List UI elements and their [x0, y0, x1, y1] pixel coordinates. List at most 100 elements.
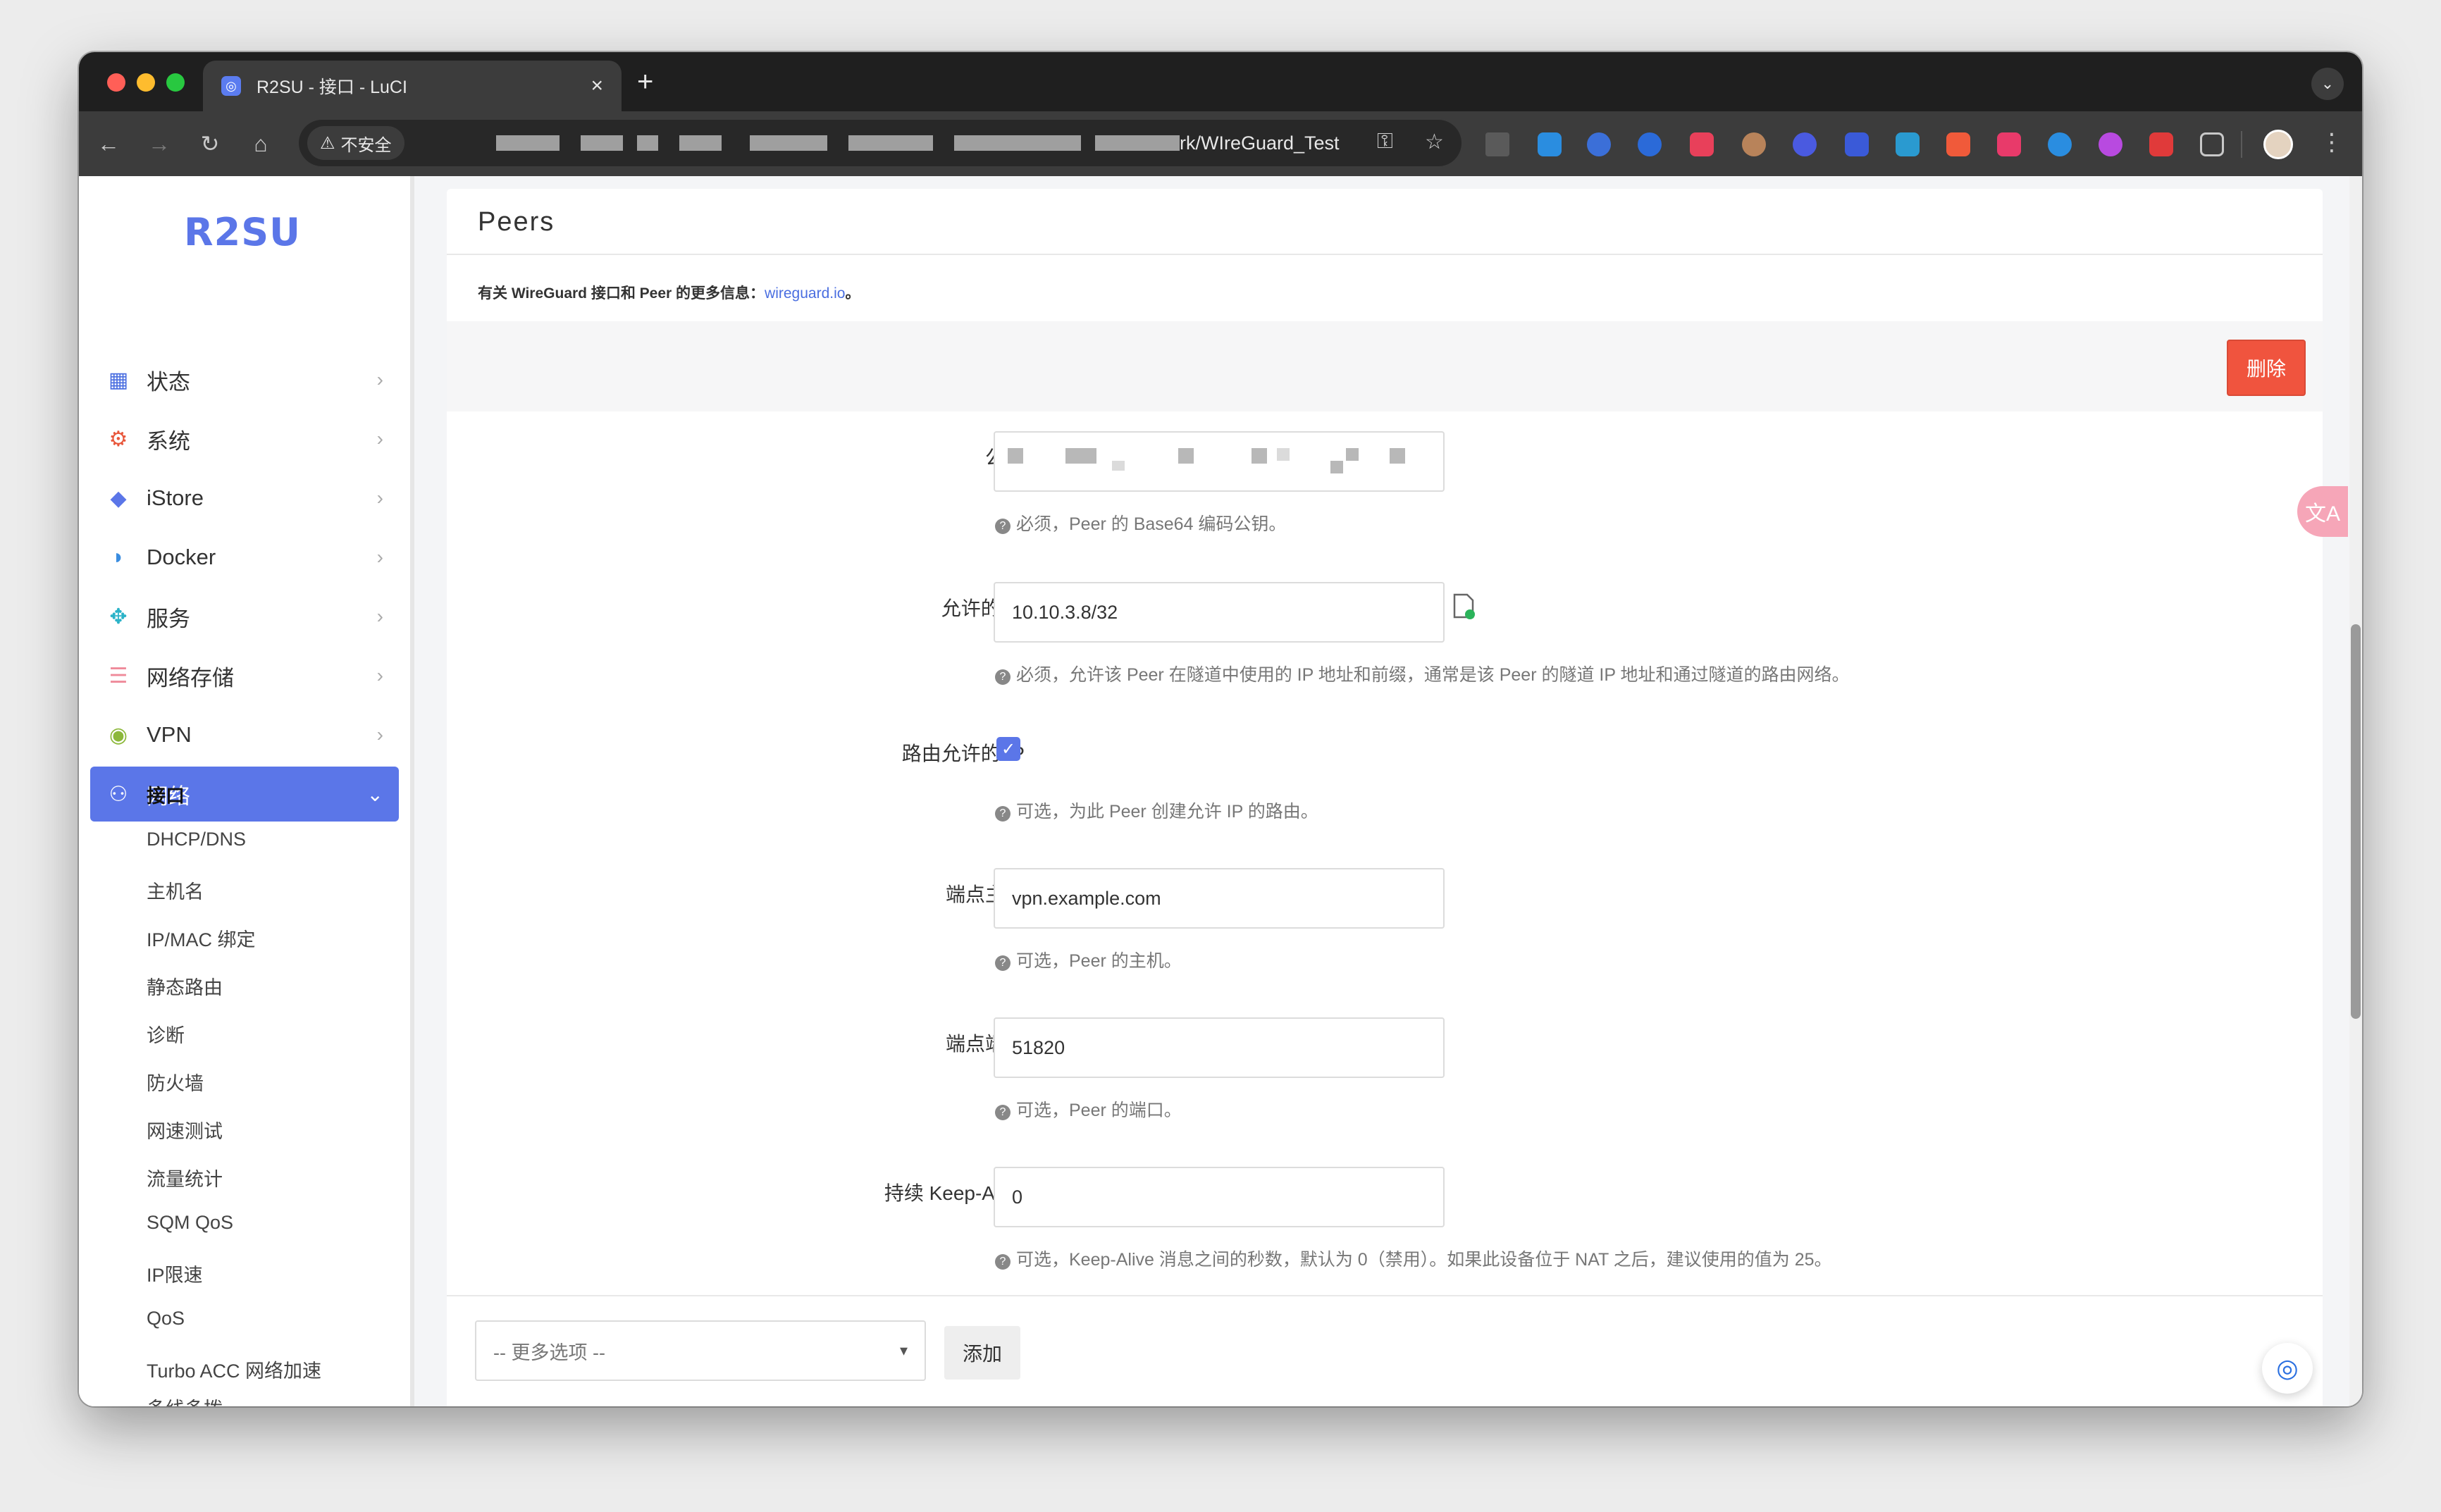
public-key-input[interactable] — [994, 431, 1445, 492]
address-bar[interactable]: ⚠ 不安全 rk/WIreGuard_Test ⚿ ☆ — [299, 120, 1461, 166]
puzzle-extensions-icon[interactable] — [2200, 132, 2224, 156]
url-redacted — [1095, 135, 1180, 151]
profile-avatar[interactable] — [2263, 130, 2293, 159]
question-icon: ? — [995, 1254, 1011, 1270]
sidebar-item-docker[interactable]: ◗ Docker › — [90, 530, 399, 585]
add-button[interactable]: 添加 — [944, 1326, 1020, 1380]
active-submenu-indicator — [147, 810, 395, 813]
toolbar-divider — [2241, 131, 2242, 158]
sidebar-item-vpn[interactable]: ◉ VPN › — [90, 707, 399, 762]
url-redacted — [496, 135, 560, 151]
endpoint-port-input[interactable]: 51820 — [994, 1017, 1445, 1078]
browser-window: ◎ R2SU - 接口 - LuCI × + ⌄ ← → ↻ ⌂ ⚠ 不安全 r… — [79, 52, 2362, 1406]
submenu-traffic-stats[interactable]: 流量统计 — [147, 1164, 223, 1191]
sidebar-item-status[interactable]: ▦ 状态 › — [90, 352, 399, 407]
add-file-icon[interactable] — [1452, 593, 1476, 620]
sidebar-item-system[interactable]: ⚙ 系统 › — [90, 411, 399, 466]
url-redacted — [679, 135, 722, 151]
divider — [447, 1295, 2323, 1296]
extension-icon[interactable] — [1896, 132, 1920, 156]
submenu-ip-limit[interactable]: IP限速 — [147, 1260, 203, 1287]
divider — [447, 254, 2323, 255]
back-arrow-icon[interactable]: ← — [92, 127, 125, 161]
submenu-static-routes[interactable]: 静态路由 — [147, 972, 223, 1000]
endpoint-host-label: 端点主机 — [945, 884, 1025, 905]
minimize-window-button[interactable] — [137, 73, 155, 92]
chevron-right-icon: › — [376, 487, 383, 509]
tab-close-icon[interactable]: × — [591, 74, 603, 98]
url-redacted — [848, 135, 933, 151]
page-scroll-thumb[interactable] — [2351, 624, 2361, 1019]
submenu-interfaces[interactable]: 接口 — [147, 781, 185, 808]
translate-icon[interactable]: 文A — [2297, 486, 2348, 537]
pocket-icon[interactable] — [1690, 132, 1714, 156]
puzzle-icon: ✥ — [109, 605, 128, 628]
submenu-hostnames[interactable]: 主机名 — [147, 876, 204, 904]
submenu-diagnostics[interactable]: 诊断 — [147, 1020, 185, 1048]
url-redacted — [954, 135, 1081, 151]
question-icon: ? — [995, 806, 1011, 822]
route-allowed-ips-label: 路由允许的 IP — [901, 743, 1025, 764]
sidebar-scrollbar[interactable] — [410, 176, 414, 1406]
question-icon: ? — [995, 519, 1011, 534]
submenu-dhcp-dns[interactable]: DHCP/DNS — [147, 829, 246, 850]
extension-icon[interactable] — [1638, 132, 1662, 156]
keepalive-input[interactable]: 0 — [994, 1167, 1445, 1227]
extension-icon[interactable] — [2048, 132, 2072, 156]
tab-search-chevron-icon[interactable]: ⌄ — [2311, 68, 2344, 100]
submenu-sqm-qos[interactable]: SQM QoS — [147, 1212, 233, 1234]
cube-icon: ◆ — [110, 486, 127, 510]
sidebar-item-istore[interactable]: ◆ iStore › — [90, 471, 399, 526]
extension-send-icon[interactable] — [1485, 132, 1509, 156]
chevron-right-icon: › — [376, 605, 383, 627]
sidebar-item-nas[interactable]: ☰ 网络存储 › — [90, 648, 399, 703]
allowed-ips-input[interactable]: 10.10.3.8/32 — [994, 582, 1445, 643]
sidebar-item-network[interactable]: ⚇ 网络 ⌄ — [90, 767, 399, 822]
submenu-qos[interactable]: QoS — [147, 1308, 185, 1330]
submenu-turbo-acc[interactable]: Turbo ACC 网络加速 — [147, 1356, 321, 1383]
forward-arrow-icon[interactable]: → — [142, 127, 176, 161]
password-key-icon[interactable]: ⚿ — [1377, 130, 1393, 154]
extension-icon[interactable] — [1538, 132, 1562, 156]
submenu-ip-mac-binding[interactable]: IP/MAC 绑定 — [147, 924, 256, 952]
chevron-right-icon: › — [376, 368, 383, 390]
security-chip[interactable]: ⚠ 不安全 — [307, 126, 404, 160]
reload-icon[interactable]: ↻ — [193, 127, 227, 161]
more-menu-icon[interactable]: ⋮ — [2320, 128, 2344, 156]
translate-extension-icon[interactable] — [1997, 132, 2021, 156]
globe-icon: ◉ — [109, 723, 128, 747]
shield-extension-icon[interactable] — [1845, 132, 1869, 156]
sidebar-item-services[interactable]: ✥ 服务 › — [90, 589, 399, 644]
maximize-window-button[interactable] — [166, 73, 185, 92]
extension-icon[interactable] — [2149, 132, 2173, 156]
route-allowed-ips-checkbox[interactable]: ✓ — [996, 737, 1020, 761]
extension-icon[interactable] — [1946, 132, 1970, 156]
extension-icon[interactable] — [1587, 132, 1611, 156]
question-icon: ? — [995, 955, 1011, 971]
gear-icon: ⚙ — [109, 427, 128, 451]
info-text: 有关 WireGuard 接口和 Peer 的更多信息：wireguard.io… — [478, 285, 860, 302]
endpoint-host-input[interactable]: vpn.example.com — [994, 868, 1445, 929]
bookmark-star-icon[interactable]: ☆ — [1425, 130, 1444, 154]
question-icon: ? — [995, 1105, 1011, 1120]
url-redacted — [637, 135, 658, 151]
extension-icon[interactable] — [1793, 132, 1817, 156]
wireguard-link[interactable]: wireguard.io — [765, 285, 845, 302]
delete-button[interactable]: 删除 — [2227, 340, 2306, 396]
floating-assistant-icon[interactable]: ◎ — [2262, 1343, 2313, 1394]
logo[interactable]: R2SU — [79, 210, 406, 254]
peers-section: Peers 有关 WireGuard 接口和 Peer 的更多信息：wiregu… — [447, 189, 2323, 1406]
close-window-button[interactable] — [107, 73, 125, 92]
submenu-speedtest[interactable]: 网速测试 — [147, 1116, 223, 1144]
browser-tab[interactable]: ◎ R2SU - 接口 - LuCI × — [203, 61, 622, 111]
endpoint-host-help: ? 可选，Peer 的主机。 — [995, 947, 1182, 972]
more-options-select[interactable]: -- 更多选项 -- ▾ — [475, 1320, 926, 1381]
extension-icon[interactable] — [1742, 132, 1766, 156]
submenu-firewall[interactable]: 防火墙 — [147, 1068, 204, 1096]
route-allowed-ips-help: ? 可选，为此 Peer 创建允许 IP 的路由。 — [995, 798, 1318, 823]
submenu-multiwan[interactable]: 多线多拨 — [147, 1394, 223, 1406]
extension-icon[interactable] — [2099, 132, 2122, 156]
home-icon[interactable]: ⌂ — [244, 127, 278, 161]
new-tab-button[interactable]: + — [637, 66, 653, 98]
caret-down-icon: ▾ — [899, 1341, 908, 1359]
